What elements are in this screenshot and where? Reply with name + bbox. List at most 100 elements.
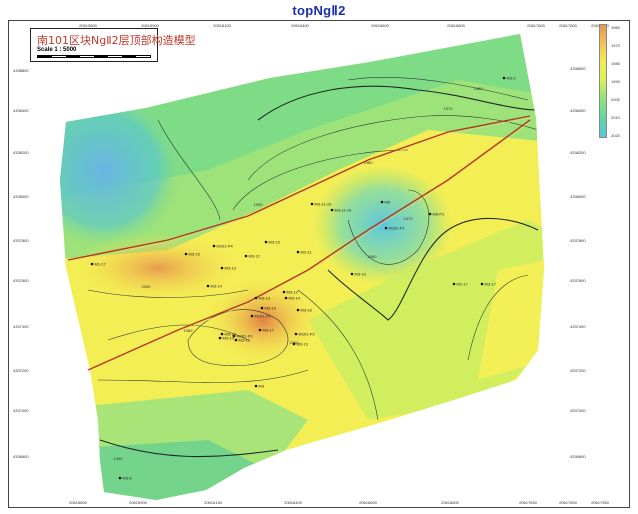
well-label: M5: [385, 199, 391, 204]
well-label: M3-17: [263, 327, 275, 332]
y-tick-label-right: 4338000: [570, 194, 586, 199]
y-tick-label-right: 4337800: [570, 238, 586, 243]
y-tick-label-right: 4338200: [570, 150, 586, 155]
well-marker: M3-11-10: [310, 201, 332, 206]
scale-label: Scale 1 : 5000: [37, 47, 77, 53]
map-title-box: 南101区块NgⅡ2层顶部构造模型 Scale 1 : 5000: [30, 28, 196, 62]
y-tick-label-left: 4337800: [13, 238, 29, 243]
x-axis-bottom: 20615800 20615900 20616150 20616400 20616600…: [69, 500, 610, 505]
well-dot: [282, 290, 286, 294]
map-title: 南101区块NgⅡ2层顶部构造模型: [37, 34, 196, 47]
well-dot: [254, 296, 258, 300]
y-axis-right: 4338600 4338400 4338200 4338000 4337800 43376…: [570, 66, 586, 459]
x-tick-label-top: 20616100: [213, 23, 232, 28]
y-tick-label-right: 4338400: [570, 108, 586, 113]
well-label: M1-17: [95, 261, 107, 266]
well-dot: [294, 332, 298, 336]
well-dot: [330, 208, 334, 212]
contour-label: 2000: [142, 284, 152, 289]
well-dot: [428, 212, 432, 216]
well-label: M1-17: [457, 281, 469, 286]
well-dot: [90, 262, 94, 266]
scale-bar: [37, 55, 151, 58]
well-dot: [284, 296, 288, 300]
y-tick-label-right: 4337600: [570, 278, 586, 283]
legend-tick-label: 2020: [611, 133, 620, 138]
x-tick-label-bottom: 20617950: [591, 500, 610, 505]
well-label: M101-P1: [389, 225, 406, 230]
well-dot: [184, 252, 188, 256]
x-tick-label-top: 20616600: [371, 23, 390, 28]
contour-label: 1990: [254, 202, 264, 207]
contour-label: 1940: [114, 456, 124, 461]
y-tick-label-left: 4337600: [13, 278, 29, 283]
well-dot: [218, 336, 222, 340]
y-tick-label-right: 4337000: [570, 408, 586, 413]
well-dot: [296, 308, 300, 312]
color-legend-bar: [599, 24, 607, 138]
well-marker: M3-11-10: [330, 207, 352, 212]
well-label: M101-P2: [299, 331, 316, 336]
well-label: M3-14: [289, 295, 301, 300]
well-marker: M101-P4: [212, 243, 234, 248]
well-label: M3-16: [355, 271, 367, 276]
well-label: M3-13: [259, 295, 271, 300]
y-tick-label-left: 4338800: [13, 68, 29, 73]
x-tick-label-top: 20616800: [447, 23, 466, 28]
well-dot: [264, 240, 268, 244]
x-tick-label-bottom: 20616600: [359, 500, 378, 505]
well-dot: [206, 284, 210, 288]
legend-tick-label: 1990: [611, 79, 620, 84]
well-label: M5-P1: [433, 211, 446, 216]
y-tick-label-left: 4338400: [13, 108, 29, 113]
contour-label: 1970: [444, 106, 454, 111]
x-tick-label-bottom: 20616800: [441, 500, 460, 505]
legend-tick-label: 2000: [611, 97, 620, 102]
well-label: M3-12: [249, 253, 261, 258]
x-axis-top: 20615800 20615900 20616100 20616400 20616600…: [79, 23, 610, 28]
well-dot: [384, 226, 388, 230]
y-tick-label-right: 4337400: [570, 324, 586, 329]
well-label: M3-17: [485, 281, 497, 286]
contour-label: 1960: [474, 86, 484, 91]
legend-tick-label: 1980: [611, 61, 620, 66]
y-tick-label-left: 4338200: [13, 150, 29, 155]
legend-tick-label: 2010: [611, 115, 620, 120]
y-tick-label-right: 4336800: [570, 454, 586, 459]
legend-tick-label: 1960: [611, 25, 620, 30]
x-tick-label-bottom: 20617800: [559, 500, 578, 505]
well-dot: [234, 338, 238, 342]
well-dot: [260, 306, 264, 310]
x-tick-label-top: 20617600: [527, 23, 546, 28]
y-axis-left: 4338800 4338400 4338200 4338000 4337800 43376…: [13, 68, 29, 459]
x-tick-label-bottom: 20617650: [519, 500, 538, 505]
well-dot: [220, 266, 224, 270]
well-label: M3-12: [287, 289, 299, 294]
well-label: M3-14: [211, 283, 223, 288]
well-marker: M101-P3: [250, 313, 272, 318]
x-tick-label-bottom: 20615900: [129, 500, 148, 505]
y-tick-label-left: 4338000: [13, 194, 29, 199]
well-dot: [480, 282, 484, 286]
well-dot: [310, 202, 314, 206]
well-dot: [380, 200, 384, 204]
contour-label: 1980: [364, 160, 374, 165]
well-dot: [250, 314, 254, 318]
well-dot: [292, 342, 296, 346]
x-tick-label-bottom: 20615800: [69, 500, 88, 505]
well-label: M3-11: [301, 249, 313, 254]
well-label: M3-8: [123, 475, 133, 480]
well-label: M3-13: [225, 265, 237, 270]
well-label: M3-15: [269, 239, 281, 244]
contour-label: 1990: [368, 254, 378, 259]
well-dot: [118, 476, 122, 480]
x-tick-label-top: 20616400: [291, 23, 310, 28]
well-label: M3-18: [239, 337, 251, 342]
y-tick-label-left: 4337400: [13, 324, 29, 329]
well-label: M3-16: [301, 307, 313, 312]
contour-label: 1980: [184, 328, 194, 333]
legend-tick-label: 1970: [611, 43, 620, 48]
well-dot: [258, 328, 262, 332]
well-label: M101-P3: [255, 313, 272, 318]
page-title: topNgⅡ2: [292, 3, 346, 18]
